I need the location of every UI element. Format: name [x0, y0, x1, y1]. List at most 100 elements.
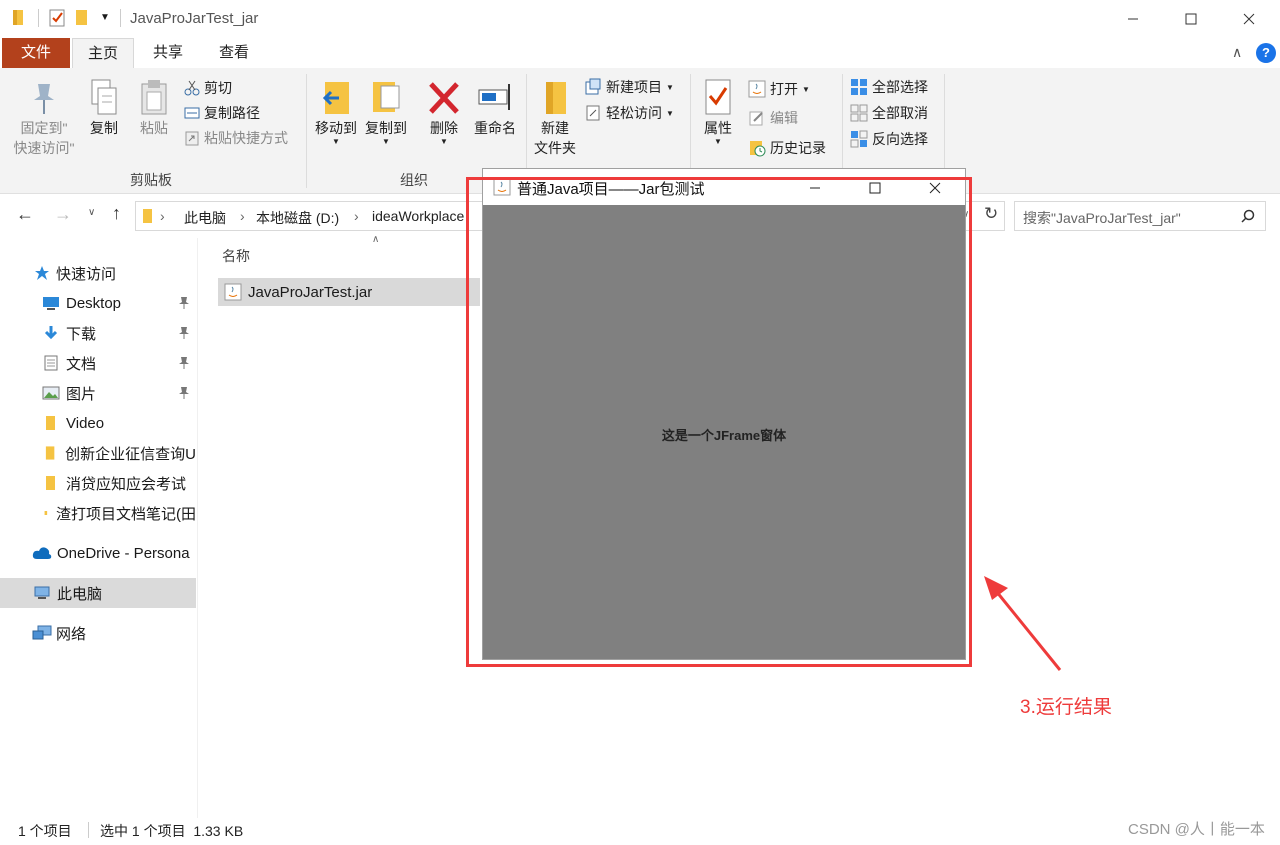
status-selected: 选中 1 个项目 1.33 KB	[100, 823, 244, 839]
delete-button[interactable]: 删除 ▼	[424, 78, 464, 146]
sidebar-item-label: Video	[66, 414, 105, 432]
new-folder-icon	[546, 82, 566, 114]
chevron-up-icon[interactable]: ∧	[1232, 44, 1242, 61]
search-icon	[1241, 209, 1255, 223]
chevron-down-icon: ▼	[666, 82, 674, 92]
network-icon	[32, 625, 52, 640]
sidebar-item-documents[interactable]: 文档	[0, 348, 196, 378]
copy-to-button[interactable]: 复制到 ▼	[362, 78, 410, 146]
pin-icon[interactable]	[178, 356, 190, 370]
sidebar-item-network[interactable]: 网络	[0, 618, 196, 648]
pin-icon[interactable]	[178, 326, 190, 340]
breadcrumb-workplace[interactable]: ideaWorkplace	[372, 208, 464, 224]
copy-button[interactable]: 复制	[84, 78, 124, 138]
sidebar-item-downloads[interactable]: 下载	[0, 318, 196, 348]
paste-shortcut-button[interactable]: 粘贴快捷方式	[184, 126, 288, 150]
select-none-button[interactable]: 全部取消	[850, 101, 928, 125]
pin-icon[interactable]	[178, 296, 190, 310]
copy-path-label: 复制路径	[204, 105, 260, 121]
new-folder-label-2: 文件夹	[534, 140, 576, 156]
select-all-icon	[851, 79, 867, 95]
group-label-clipboard: 剪贴板	[130, 172, 172, 188]
copy-path-button[interactable]: 复制路径	[184, 101, 260, 125]
minimize-button[interactable]	[1104, 0, 1162, 38]
sidebar-item-this-pc[interactable]: 此电脑	[0, 578, 196, 608]
crumb-separator: ›	[160, 208, 165, 224]
search-input[interactable]: 搜索"JavaProJarTest_jar"	[1014, 201, 1266, 231]
new-folder-icon[interactable]	[74, 8, 90, 29]
new-item-button[interactable]: 新建项目 ▼	[584, 75, 674, 99]
close-button[interactable]	[1220, 0, 1278, 38]
pin-icon[interactable]	[178, 386, 190, 400]
up-arrow-icon[interactable]: ↑	[112, 203, 121, 224]
help-icon[interactable]: ?	[1256, 43, 1276, 63]
java-icon	[224, 283, 242, 301]
move-to-button[interactable]: 移动到 ▼	[312, 78, 360, 146]
picture-icon	[42, 386, 60, 400]
tab-home[interactable]: 主页	[72, 38, 134, 68]
breadcrumb-local-disk[interactable]: 本地磁盘 (D:)	[256, 208, 339, 228]
download-icon	[44, 326, 58, 340]
cloud-icon	[32, 547, 52, 559]
new-folder-button[interactable]: 新建 文件夹	[532, 78, 578, 158]
tab-file[interactable]: 文件	[2, 38, 70, 68]
select-none-label: 全部取消	[872, 105, 928, 121]
sidebar-item-folder[interactable]: 渣打项目文档笔记(田	[0, 498, 196, 528]
select-all-button[interactable]: 全部选择	[850, 75, 928, 99]
chevron-down-icon: ▼	[802, 84, 810, 94]
rename-button[interactable]: 重命名	[470, 78, 520, 138]
maximize-button[interactable]	[1162, 0, 1220, 38]
invert-selection-label: 反向选择	[872, 131, 928, 147]
sidebar-item-folder[interactable]: 创新企业征信查询U	[0, 438, 196, 468]
cut-label: 剪切	[204, 80, 232, 96]
chevron-down-icon: ▼	[714, 137, 722, 146]
chevron-down-icon[interactable]: ▼	[100, 12, 110, 23]
sidebar-item-label: 文档	[66, 355, 97, 373]
paste-button[interactable]: 粘贴	[134, 78, 174, 138]
easy-access-button[interactable]: 轻松访问 ▼	[584, 101, 674, 125]
tab-share[interactable]: 共享	[140, 38, 196, 68]
annotation-label: 3.运行结果	[1020, 697, 1112, 718]
breadcrumb-this-pc[interactable]: 此电脑	[184, 208, 226, 228]
copy-icon	[91, 79, 117, 115]
new-item-label: 新建项目	[606, 79, 662, 95]
delete-icon	[429, 82, 459, 114]
scissors-icon	[184, 80, 200, 96]
crumb-separator: ›	[240, 208, 245, 224]
chevron-down-icon: ▼	[382, 137, 390, 146]
sidebar-item-quick-access[interactable]: 快速访问	[0, 258, 196, 288]
back-arrow-icon[interactable]: ←	[16, 204, 34, 225]
column-header-name[interactable]: 名称	[222, 246, 250, 266]
sidebar-item-label: 下载	[66, 325, 97, 343]
forward-arrow-icon[interactable]: →	[54, 204, 72, 225]
rename-label: 重命名	[474, 120, 516, 136]
tab-view[interactable]: 查看	[206, 38, 262, 68]
select-all-label: 全部选择	[872, 79, 928, 95]
edit-button[interactable]: 编辑	[748, 106, 798, 130]
sidebar-item-folder[interactable]: 消贷应知应会考试	[0, 468, 196, 498]
open-label: 打开	[770, 81, 798, 97]
sort-chevron-icon: ∧	[372, 234, 380, 245]
ribbon-tabs: 文件 主页 共享 查看 ∧ ?	[0, 38, 1280, 68]
folder-icon	[44, 511, 48, 515]
properties-icon[interactable]	[48, 8, 66, 31]
history-button[interactable]: 历史记录	[748, 136, 826, 160]
sidebar-item-onedrive[interactable]: OneDrive - Persona	[0, 538, 196, 568]
edit-label: 编辑	[770, 110, 798, 126]
pin-quick-access-button[interactable]: 固定到" 快速访问"	[8, 78, 80, 158]
navigation-pane: 快速访问 Desktop 下载 文档 图片 Video 创新企业征信查询U 消贷…	[0, 238, 198, 818]
copy-to-label: 复制到	[365, 120, 407, 136]
open-button[interactable]: 打开 ▼	[748, 77, 810, 101]
sidebar-item-desktop[interactable]: Desktop	[0, 288, 196, 318]
refresh-icon[interactable]: ↻	[984, 204, 998, 224]
invert-selection-button[interactable]: 反向选择	[850, 127, 928, 151]
divider	[306, 74, 307, 188]
properties-button[interactable]: 属性 ▼	[698, 78, 738, 146]
recent-chevron-icon[interactable]: ∨	[88, 207, 95, 218]
sidebar-item-pictures[interactable]: 图片	[0, 378, 196, 408]
sidebar-item-video[interactable]: Video	[0, 408, 196, 438]
java-icon	[748, 80, 766, 98]
file-row[interactable]: JavaProJarTest.jar	[218, 278, 480, 306]
easy-access-icon	[586, 105, 600, 121]
cut-button[interactable]: 剪切	[184, 76, 232, 100]
